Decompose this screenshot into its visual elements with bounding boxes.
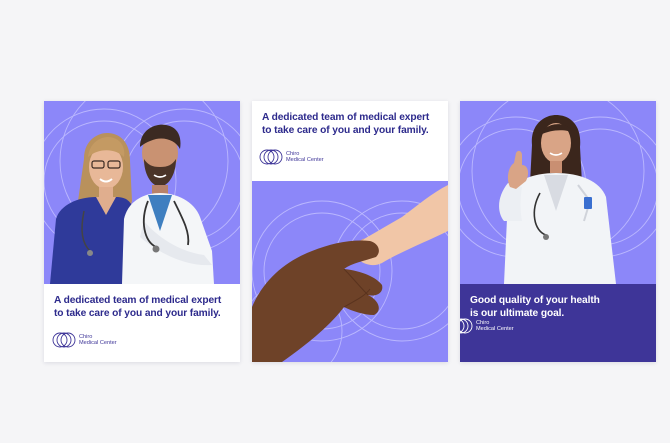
headline-line-1: A dedicated team of medical expert	[54, 295, 222, 306]
logo-line-2: Medical Center	[79, 340, 117, 346]
chiro-logo: Chiro Medical Center	[259, 149, 324, 165]
chiro-logo-text: Chiro Medical Center	[286, 151, 324, 164]
logo-line-2: Medical Center	[286, 157, 324, 163]
headline-line-2: to take care of you and your family.	[54, 308, 221, 319]
poster-card-handshake: A dedicated team of medical expert to ta…	[252, 101, 448, 362]
doctor-thumbs-up-photo	[499, 115, 616, 284]
chiro-logo-rings-icon	[259, 149, 283, 165]
chiro-logo: Chiro Medical Center	[52, 332, 117, 348]
headline-line-1: Good quality of your health	[470, 295, 600, 306]
headline: A dedicated team of medical expert to ta…	[54, 294, 238, 320]
headline: A dedicated team of medical expert to ta…	[262, 111, 446, 137]
logo-line-2: Medical Center	[476, 326, 514, 332]
chiro-logo-rings-icon	[52, 332, 76, 348]
headline-panel: A dedicated team of medical expert to ta…	[44, 284, 240, 362]
headline-panel: A dedicated team of medical expert to ta…	[252, 101, 448, 181]
headline-line-1: A dedicated team of medical expert	[262, 112, 430, 123]
chiro-logo-text: Chiro Medical Center	[476, 320, 514, 333]
chiro-logo: Chiro Medical Center	[460, 318, 514, 334]
poster-card-doctor-thumbs-up: Good quality of your health is our ultim…	[460, 101, 656, 362]
headline: Good quality of your health is our ultim…	[470, 294, 654, 320]
headline-line-2: to take care of you and your family.	[262, 125, 429, 136]
headline-panel: Good quality of your health is our ultim…	[460, 284, 656, 362]
chiro-logo-text: Chiro Medical Center	[79, 334, 117, 347]
two-doctors-photo	[50, 124, 214, 284]
poster-card-doctors: A dedicated team of medical expert to ta…	[44, 101, 240, 362]
chiro-logo-rings-icon	[460, 318, 473, 334]
